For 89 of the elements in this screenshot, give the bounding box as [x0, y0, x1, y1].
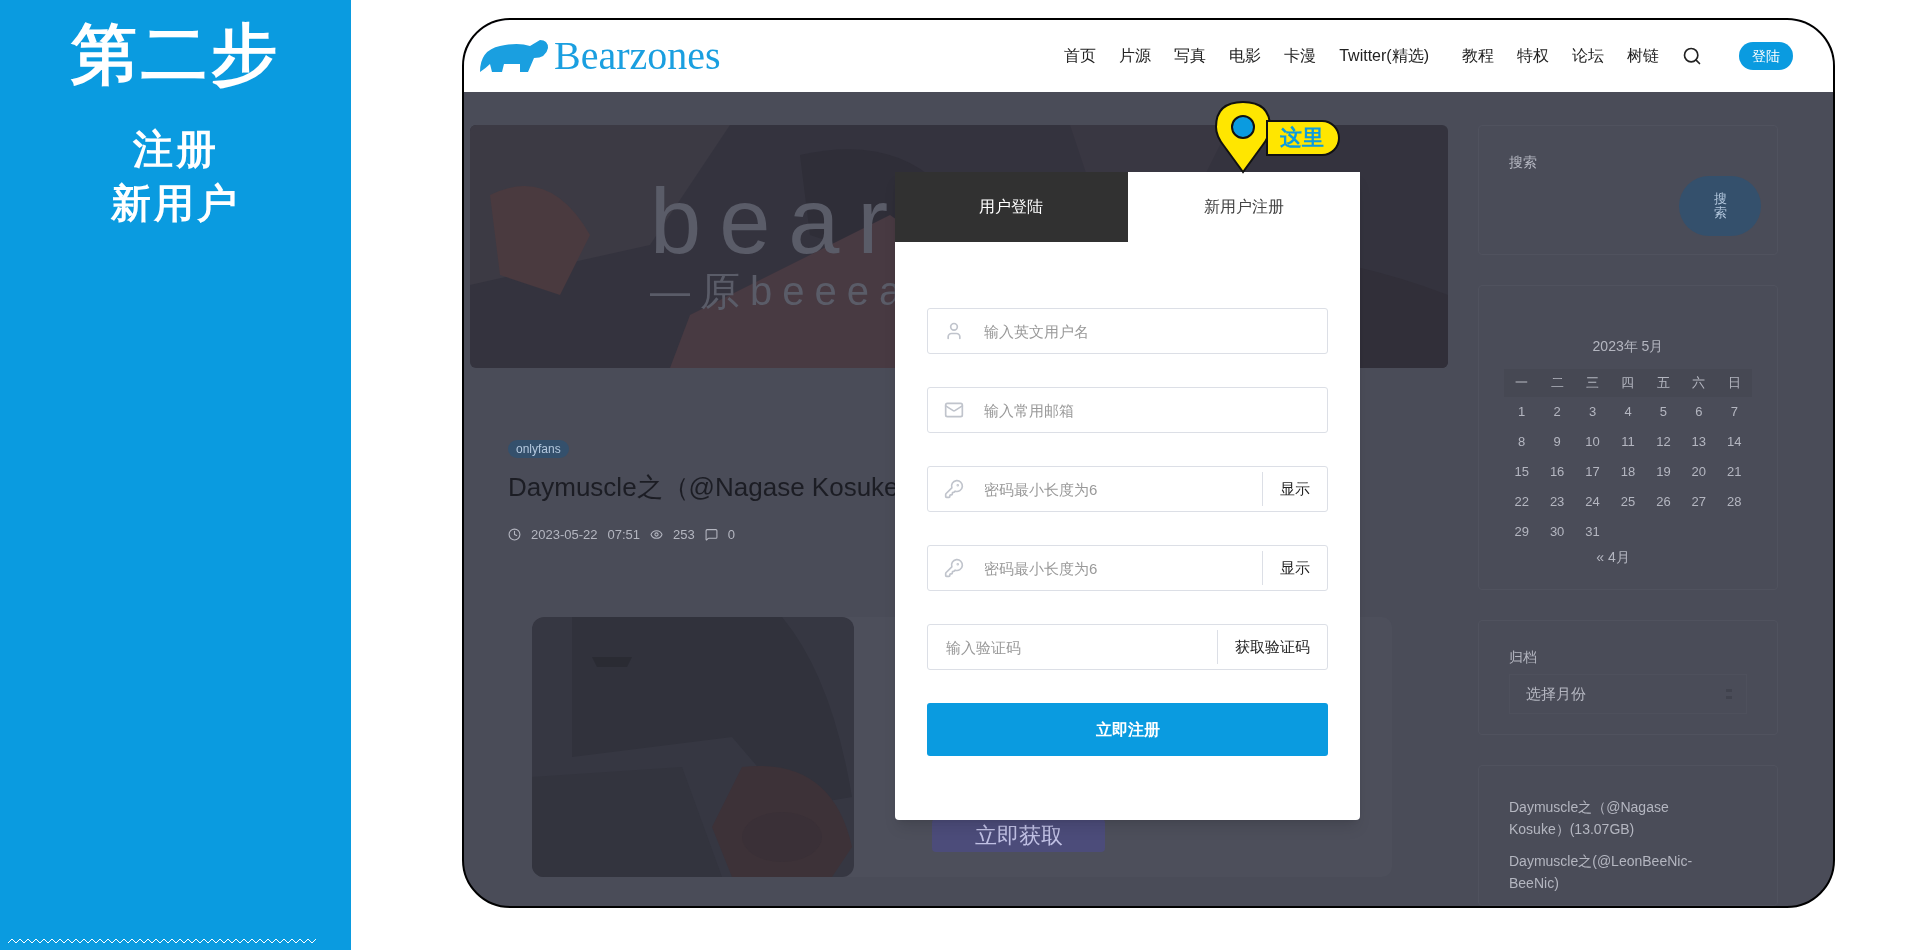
- user-icon: [944, 321, 964, 341]
- calendar-day[interactable]: 31: [1574, 522, 1611, 542]
- view-count: 253: [673, 526, 695, 544]
- calendar-day[interactable]: 19: [1645, 462, 1682, 482]
- input-field[interactable]: 密码最小长度为6: [964, 546, 1262, 590]
- input-field[interactable]: 密码最小长度为6: [964, 467, 1262, 511]
- comment-count: 0: [727, 526, 735, 544]
- calendar-day[interactable]: 23: [1539, 492, 1575, 512]
- input-group[interactable]: 输入验证码 获取验证码: [927, 624, 1328, 670]
- calendar-day[interactable]: 22: [1504, 492, 1540, 512]
- show-password-button[interactable]: 显示: [1262, 551, 1327, 585]
- widget-title: 搜索: [1509, 154, 1537, 170]
- calendar-day[interactable]: 17: [1574, 462, 1611, 482]
- calendar-day[interactable]: 21: [1716, 462, 1752, 482]
- map-pin-icon: [1214, 100, 1272, 174]
- nav-link[interactable]: 树链: [1627, 44, 1659, 68]
- login-button[interactable]: 登陆: [1739, 42, 1793, 70]
- step-subtitle: 新用户: [111, 180, 240, 227]
- weekday-label: 六: [1691, 374, 1707, 393]
- key-icon: [944, 558, 964, 578]
- calendar-day[interactable]: 3: [1574, 402, 1611, 422]
- callout-label: 这里: [1266, 120, 1340, 156]
- calendar-day[interactable]: 24: [1574, 492, 1611, 512]
- dialog-tab[interactable]: 新用户注册: [1127, 172, 1360, 242]
- recent-post-link[interactable]: Daymuscle之(@LeonBeeNic-BeeNic): [1509, 850, 1709, 894]
- input-group[interactable]: 密码最小长度为6 显示: [927, 466, 1328, 512]
- calendar-day[interactable]: 30: [1539, 522, 1575, 542]
- recent-post-link[interactable]: Daymuscle之（@Nagase Kosuke）(13.07GB): [1509, 796, 1709, 840]
- search-button[interactable]: 搜索: [1679, 176, 1761, 236]
- step-subtitle: 注册: [132, 126, 219, 173]
- weekday-label: 五: [1655, 374, 1671, 393]
- step-title: 第二步: [70, 16, 281, 93]
- register-button[interactable]: 立即注册: [927, 703, 1328, 756]
- show-password-button[interactable]: 显示: [1262, 472, 1327, 506]
- calendar-day[interactable]: 4: [1610, 402, 1646, 422]
- get-code-button[interactable]: 获取验证码: [1217, 630, 1327, 664]
- mail-icon: [944, 400, 964, 420]
- calendar-day[interactable]: 12: [1645, 432, 1682, 452]
- calendar-day[interactable]: 10: [1574, 432, 1611, 452]
- nav-link[interactable]: 电影: [1229, 44, 1262, 68]
- calendar-caption: 2023年 5月: [1592, 337, 1664, 356]
- calendar-day[interactable]: 15: [1504, 462, 1540, 482]
- calendar-day[interactable]: 13: [1681, 432, 1717, 452]
- post-time: 07:51: [607, 526, 641, 544]
- calendar-day[interactable]: 27: [1681, 492, 1717, 512]
- calendar-day[interactable]: 11: [1610, 432, 1646, 452]
- calendar-day[interactable]: 20: [1681, 462, 1717, 482]
- calendar-day[interactable]: 26: [1645, 492, 1682, 512]
- calendar-day[interactable]: 8: [1504, 432, 1540, 452]
- nav-link[interactable]: 教程: [1462, 44, 1494, 68]
- nav-link[interactable]: Twitter(精选): [1339, 44, 1429, 68]
- nav-link[interactable]: 论坛: [1572, 44, 1604, 68]
- calendar-day[interactable]: 28: [1716, 492, 1752, 512]
- nav-link[interactable]: 片源: [1119, 44, 1152, 68]
- logo-text: Bearzones: [554, 36, 721, 76]
- nav-link[interactable]: 写真: [1174, 44, 1207, 68]
- dialog-tab[interactable]: 用户登陆: [895, 172, 1128, 242]
- post-date: 2023-05-22: [531, 526, 598, 544]
- get-now-button[interactable]: 立即获取: [932, 818, 1105, 852]
- post-tag: onlyfans: [508, 440, 569, 458]
- weekday-label: 二: [1549, 374, 1565, 393]
- calendar-day[interactable]: 7: [1716, 402, 1752, 422]
- weekday-label: 四: [1620, 374, 1636, 393]
- widget-title: 归档: [1509, 648, 1538, 667]
- comment-icon: [704, 528, 718, 542]
- eye-icon: [650, 528, 664, 542]
- calendar-day[interactable]: 1: [1504, 402, 1540, 422]
- nav-link[interactable]: 首页: [1064, 44, 1097, 68]
- previous-month-link[interactable]: « 4月: [1596, 547, 1630, 568]
- clock-icon: [508, 528, 521, 542]
- nav-link[interactable]: 特权: [1517, 44, 1549, 68]
- weekday-label: 三: [1585, 374, 1601, 393]
- calendar-day[interactable]: 18: [1610, 462, 1646, 482]
- calendar-day[interactable]: 5: [1645, 402, 1682, 422]
- month-select[interactable]: 选择月份: [1509, 674, 1747, 714]
- key-icon: [944, 479, 964, 499]
- weekday-label: 日: [1726, 374, 1742, 393]
- calendar-day[interactable]: 6: [1681, 402, 1717, 422]
- input-field[interactable]: 输入验证码: [928, 625, 1217, 669]
- nav-link[interactable]: 卡漫: [1284, 44, 1317, 68]
- calendar-day[interactable]: 9: [1539, 432, 1575, 452]
- search-icon[interactable]: [1682, 46, 1702, 66]
- calendar-day[interactable]: 2: [1539, 402, 1575, 422]
- input-group[interactable]: 密码最小长度为6 显示: [927, 545, 1328, 591]
- weekday-label: 一: [1514, 374, 1530, 393]
- calendar-day[interactable]: 25: [1610, 492, 1646, 512]
- calendar-day[interactable]: 14: [1716, 432, 1752, 452]
- calendar-day[interactable]: 29: [1504, 522, 1540, 542]
- calendar-day[interactable]: 16: [1539, 462, 1575, 482]
